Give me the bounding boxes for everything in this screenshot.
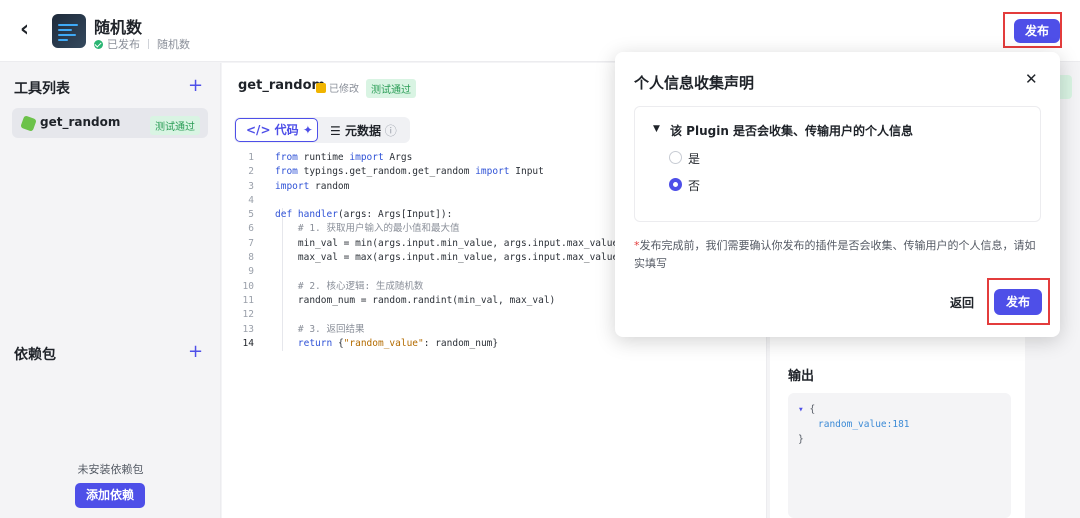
tools-list-title: 工具列表 — [14, 81, 70, 97]
tab-metadata[interactable]: ☰ 元数据 ⓘ — [330, 122, 397, 139]
add-dep-plus-icon[interactable]: + — [188, 343, 203, 361]
sparkle-icon: ✦ — [298, 123, 313, 137]
radio-no[interactable] — [669, 178, 682, 191]
output-entry: random_value:181 — [818, 419, 910, 430]
line-number: 12 — [242, 309, 254, 321]
line-number: 14 — [242, 337, 254, 349]
line-number: 11 — [242, 294, 254, 306]
status-label: 已发布 — [107, 38, 140, 51]
output-title: 输出 — [788, 369, 815, 384]
published-check-icon — [94, 39, 103, 49]
publish-highlight-box-modal: 发布 — [987, 278, 1050, 325]
close-icon[interactable]: ✕ — [1025, 70, 1038, 88]
add-dependency-button[interactable]: 添加依赖 — [75, 483, 145, 508]
modal-title: 个人信息收集声明 — [634, 74, 755, 92]
privacy-declaration-modal: 个人信息收集声明 ✕ ▼ 该 Plugin 是否会收集、传输用户的个人信息 是 … — [615, 52, 1060, 337]
code-tag-icon: </> — [246, 123, 275, 137]
collapse-triangle-icon[interactable]: ▾ — [798, 404, 804, 415]
code-line: 14 return {"random_value": random_num} — [222, 337, 767, 351]
file-title: get_random — [238, 78, 326, 93]
no-deps-text: 未安装依赖包 — [77, 463, 144, 476]
editor-tabs: </> 代码 ✦ ☰ 元数据 ⓘ — [234, 117, 410, 143]
close-brace: } — [798, 434, 804, 445]
sliders-icon: ☰ — [330, 124, 345, 138]
tool-item-name: get_random — [40, 115, 121, 129]
publish-button-modal[interactable]: 发布 — [994, 289, 1042, 315]
tool-icon — [20, 115, 37, 132]
editor-test-badge: 测试通过 — [366, 79, 416, 98]
collapse-arrow-icon[interactable]: ▼ — [653, 124, 660, 134]
info-icon: ⓘ — [380, 124, 397, 138]
radio-yes[interactable] — [669, 151, 682, 164]
plugin-title: 随机数 — [94, 18, 143, 37]
line-number: 3 — [248, 180, 254, 192]
question-card: ▼ 该 Plugin 是否会收集、传输用户的个人信息 是 否 — [634, 106, 1041, 222]
add-tool-plus-icon[interactable]: + — [188, 77, 203, 95]
line-number: 10 — [242, 280, 254, 292]
plugin-status-row: 已发布 随机数 — [94, 36, 190, 52]
line-number: 9 — [248, 266, 254, 278]
question-text: 该 Plugin 是否会收集、传输用户的个人信息 — [670, 124, 914, 138]
output-json-box: ▾ { random_value:181 } — [788, 393, 1011, 518]
tab-code-label: 代码 — [274, 123, 299, 137]
line-number: 5 — [248, 209, 254, 221]
divider — [148, 39, 149, 49]
radio-no-label: 否 — [688, 179, 701, 193]
tab-code[interactable]: </> 代码 ✦ — [235, 118, 318, 142]
modified-icon — [316, 82, 326, 93]
left-sidebar: 工具列表 + get_random 测试通过 依赖包 + 未安装依赖包 添加依赖 — [0, 63, 221, 518]
plugin-subtitle: 随机数 — [157, 38, 190, 51]
radio-yes-label: 是 — [688, 152, 701, 166]
deps-title: 依赖包 — [14, 347, 56, 363]
modified-label: 已修改 — [329, 84, 359, 95]
note-text: 发布完成前，我们需要确认你发布的插件是否会收集、传输用户的个人信息，请如实填写 — [634, 239, 1036, 270]
back-button[interactable]: 返回 — [940, 290, 984, 316]
tool-item-get-random[interactable]: get_random 测试通过 — [12, 108, 208, 138]
line-number: 4 — [248, 194, 254, 206]
tab-meta-label: 元数据 — [344, 124, 381, 138]
publish-highlight-box: 发布 — [1003, 12, 1062, 48]
line-number: 7 — [248, 237, 254, 249]
open-brace: { — [809, 404, 816, 415]
line-number: 8 — [248, 252, 254, 264]
tool-test-badge: 测试通过 — [150, 116, 200, 135]
plugin-avatar — [52, 14, 86, 48]
line-number: 6 — [248, 223, 254, 235]
modified-indicator: 已修改 — [316, 80, 359, 95]
line-number: 13 — [242, 323, 254, 335]
line-number: 2 — [248, 166, 254, 178]
modal-note: *发布完成前，我们需要确认你发布的插件是否会收集、传输用户的个人信息，请如实填写 — [634, 239, 1036, 270]
line-number: 1 — [248, 152, 254, 163]
publish-button-top[interactable]: 发布 — [1014, 19, 1060, 43]
back-arrow-icon[interactable]: ‹ — [20, 18, 44, 42]
